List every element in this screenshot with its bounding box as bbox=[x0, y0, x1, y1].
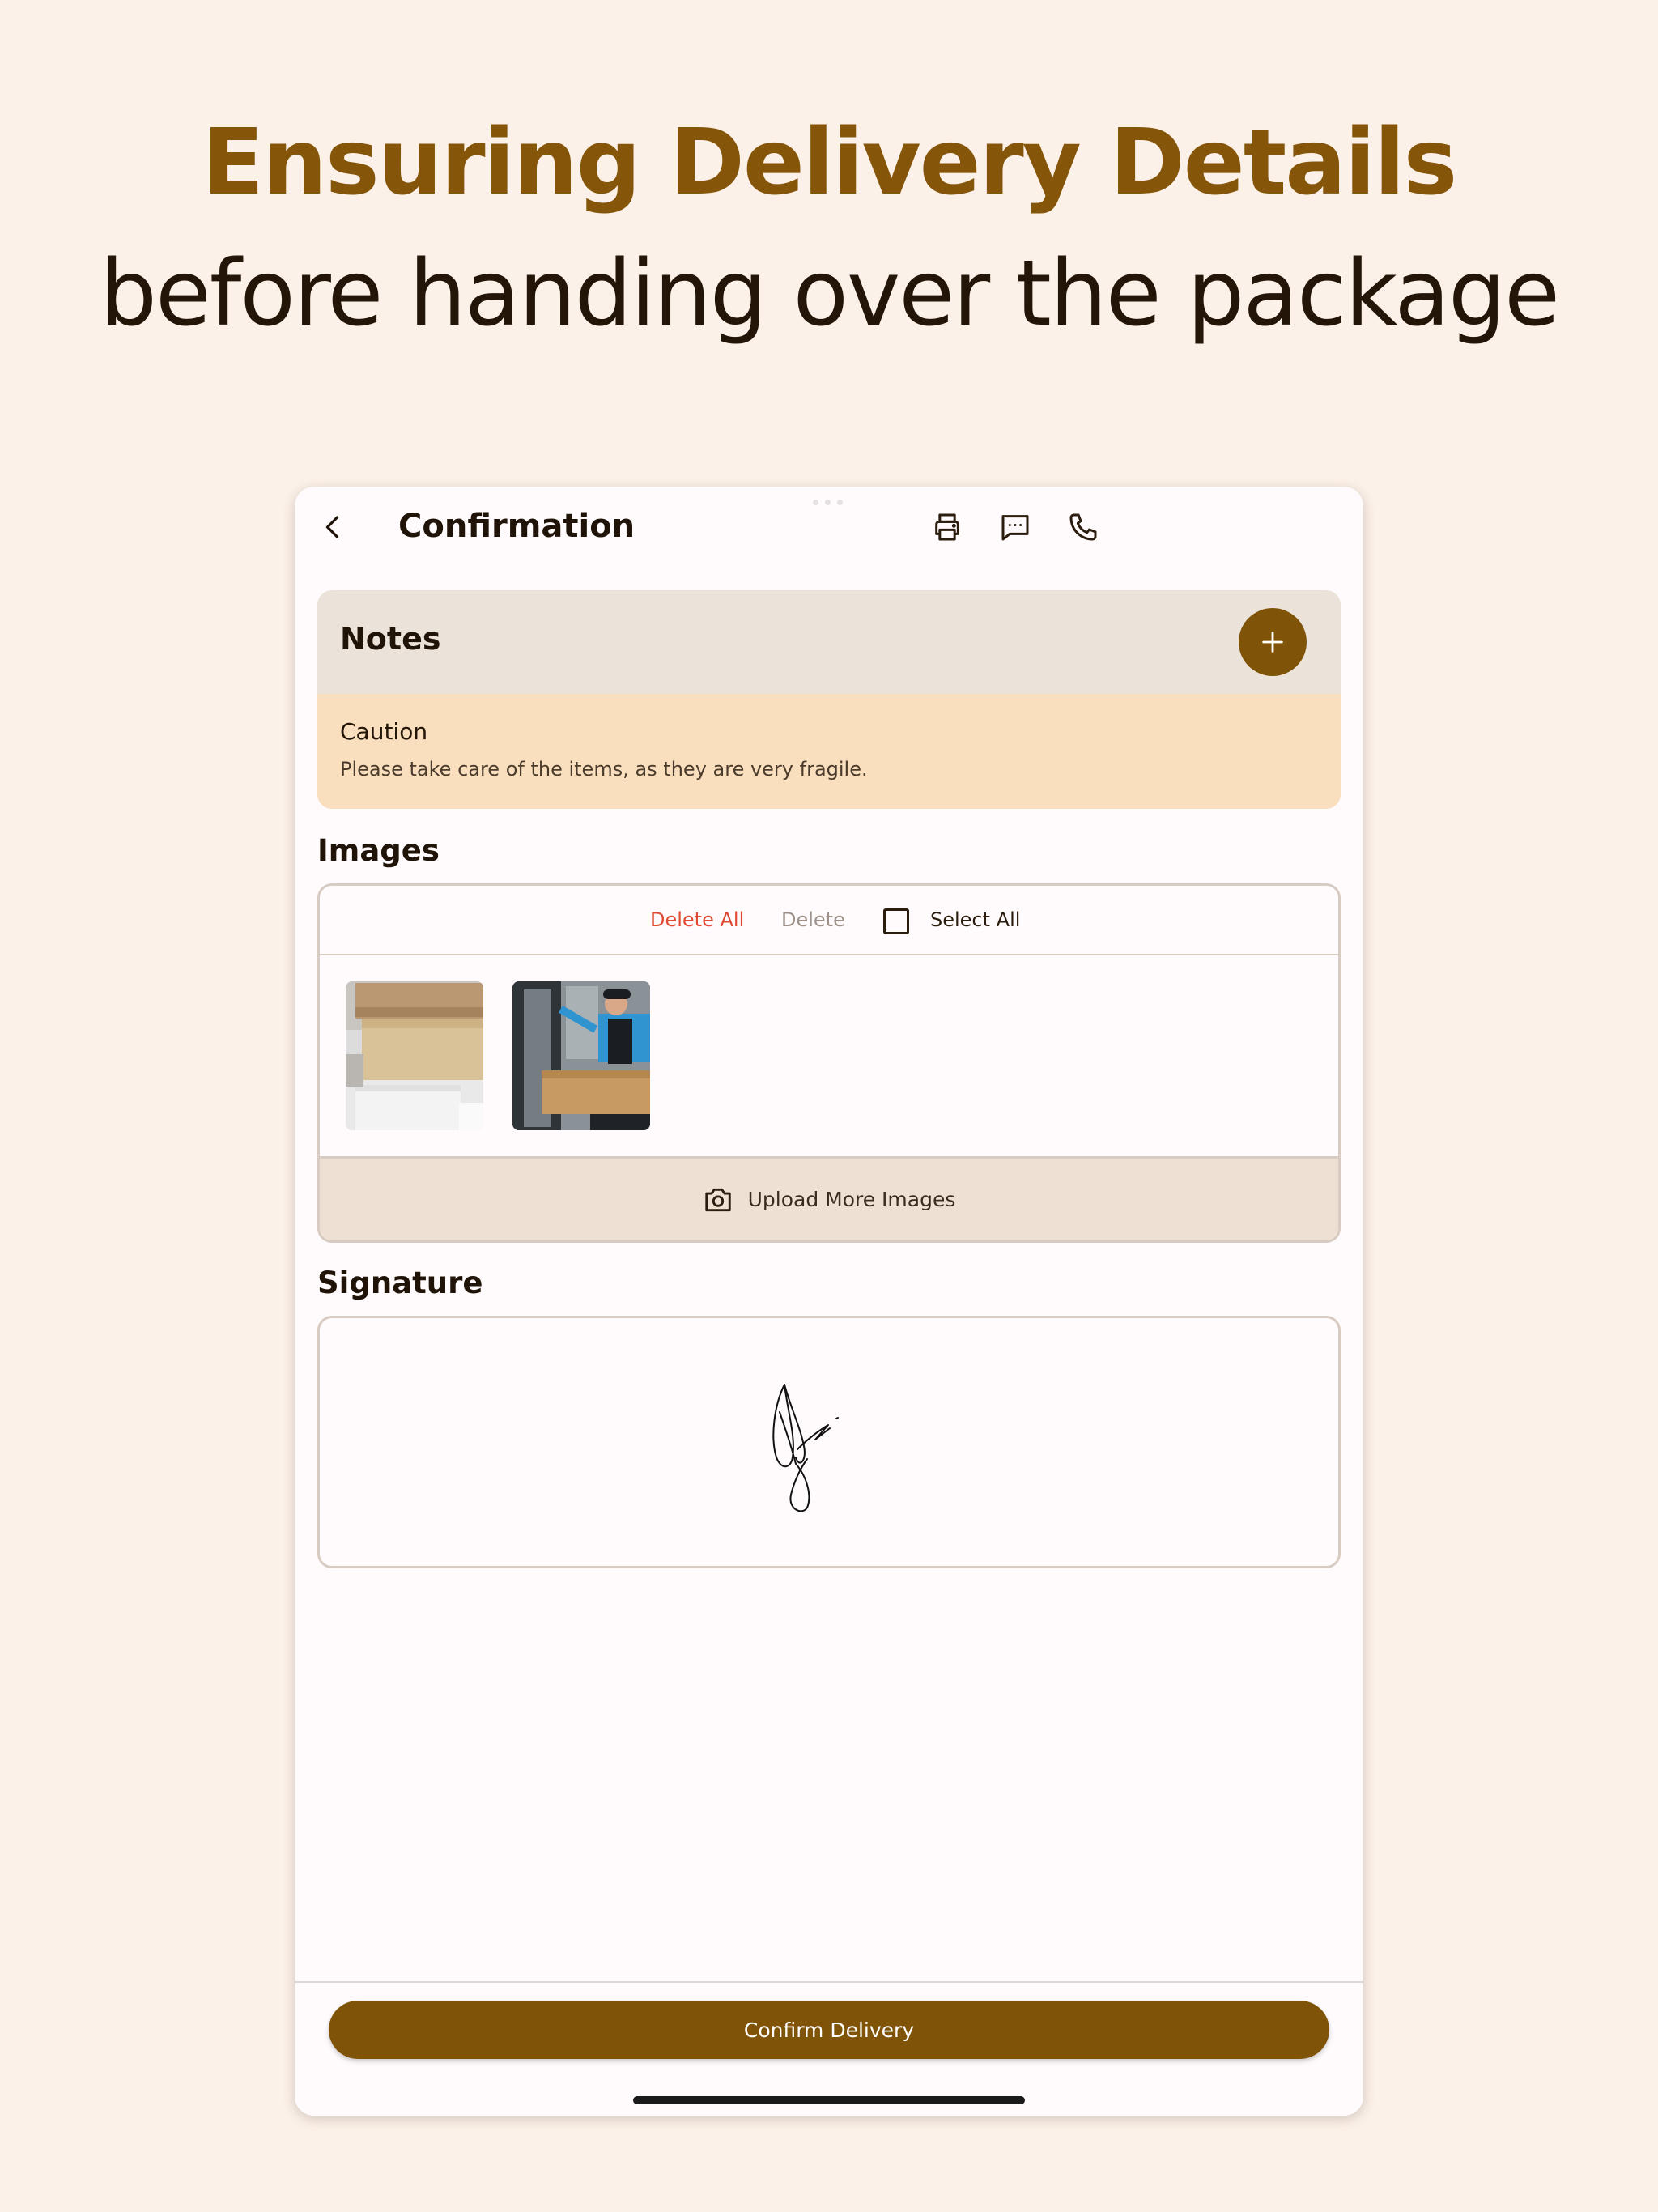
headline-subtitle: before handing over the package bbox=[99, 241, 1560, 347]
image-thumbnails bbox=[346, 981, 650, 1130]
images-toolbar: Delete All Delete Select All bbox=[320, 886, 1338, 955]
back-button[interactable] bbox=[311, 504, 356, 550]
notes-title: Notes bbox=[340, 621, 441, 657]
camera-icon bbox=[704, 1188, 731, 1211]
signature-section-label: Signature bbox=[317, 1266, 483, 1300]
plus-icon bbox=[1262, 632, 1283, 653]
headline-title: Ensuring Delivery Details bbox=[202, 110, 1458, 215]
phone-icon bbox=[1069, 513, 1097, 541]
select-all-checkbox[interactable] bbox=[883, 908, 909, 934]
note-text: Please take care of the items, as they a… bbox=[340, 758, 868, 781]
notes-header: Notes bbox=[317, 590, 1341, 694]
add-note-button[interactable] bbox=[1239, 608, 1307, 676]
courier-at-door-photo bbox=[512, 981, 650, 1130]
notes-card: Notes Caution Please take care of the it… bbox=[317, 590, 1341, 809]
app-screen: Confirmation Notes Caution Please take c… bbox=[295, 487, 1363, 2116]
select-all-label[interactable]: Select All bbox=[930, 908, 1020, 931]
upload-more-images-button[interactable]: Upload More Images bbox=[320, 1156, 1338, 1240]
call-button[interactable] bbox=[1061, 504, 1106, 550]
message-icon bbox=[1001, 515, 1029, 541]
printer-icon bbox=[935, 513, 959, 541]
message-button[interactable] bbox=[993, 504, 1038, 550]
confirm-delivery-button[interactable]: Confirm Delivery bbox=[329, 2001, 1329, 2059]
signature-pad[interactable] bbox=[317, 1316, 1341, 1568]
app-bar: Confirmation bbox=[295, 487, 1363, 568]
delete-all-button[interactable]: Delete All bbox=[650, 908, 744, 931]
home-indicator[interactable] bbox=[633, 2096, 1025, 2104]
note-item: Caution Please take care of the items, a… bbox=[317, 694, 1341, 809]
bottom-action-bar: Confirm Delivery bbox=[295, 1981, 1363, 2116]
signature-drawing bbox=[772, 1384, 839, 1512]
image-thumbnail[interactable] bbox=[512, 981, 650, 1130]
images-card: Delete All Delete Select All Upload More… bbox=[317, 883, 1341, 1243]
delete-button[interactable]: Delete bbox=[781, 908, 845, 931]
print-button[interactable] bbox=[925, 504, 970, 550]
note-title: Caution bbox=[340, 718, 428, 745]
images-section-label: Images bbox=[317, 833, 440, 868]
image-thumbnail[interactable] bbox=[346, 981, 483, 1130]
chevron-left-icon bbox=[325, 516, 339, 538]
stacked-boxes-photo bbox=[346, 981, 483, 1130]
upload-label: Upload More Images bbox=[747, 1188, 956, 1211]
page-title: Confirmation bbox=[398, 508, 636, 545]
